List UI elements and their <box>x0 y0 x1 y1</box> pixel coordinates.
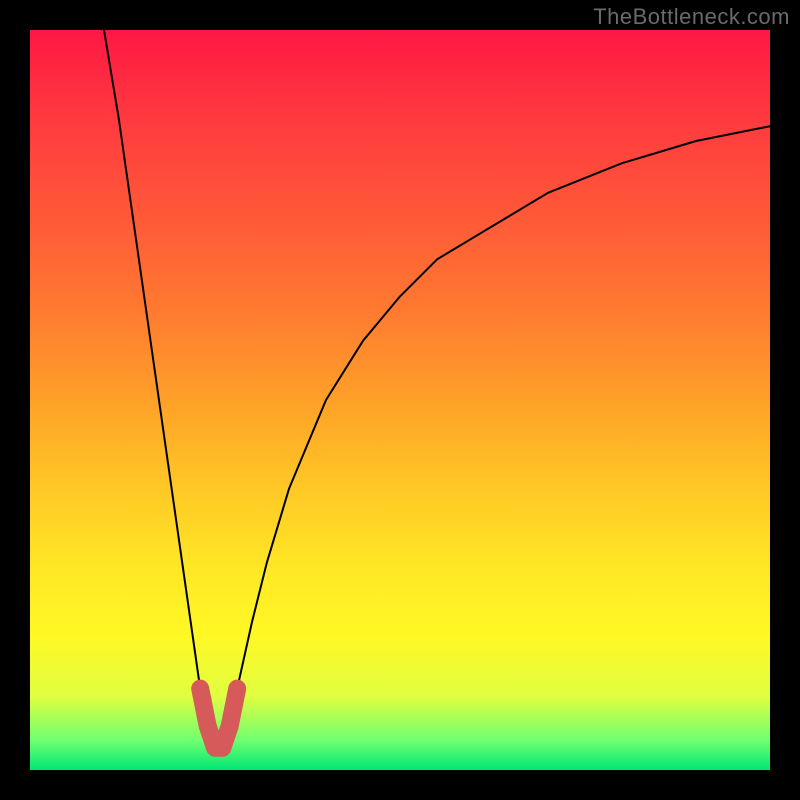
plot-area <box>30 30 770 770</box>
bottleneck-curve <box>104 30 770 748</box>
bottleneck-highlight <box>200 689 237 748</box>
curve-svg <box>30 30 770 770</box>
watermark-text: TheBottleneck.com <box>593 4 790 30</box>
chart-frame: TheBottleneck.com <box>0 0 800 800</box>
